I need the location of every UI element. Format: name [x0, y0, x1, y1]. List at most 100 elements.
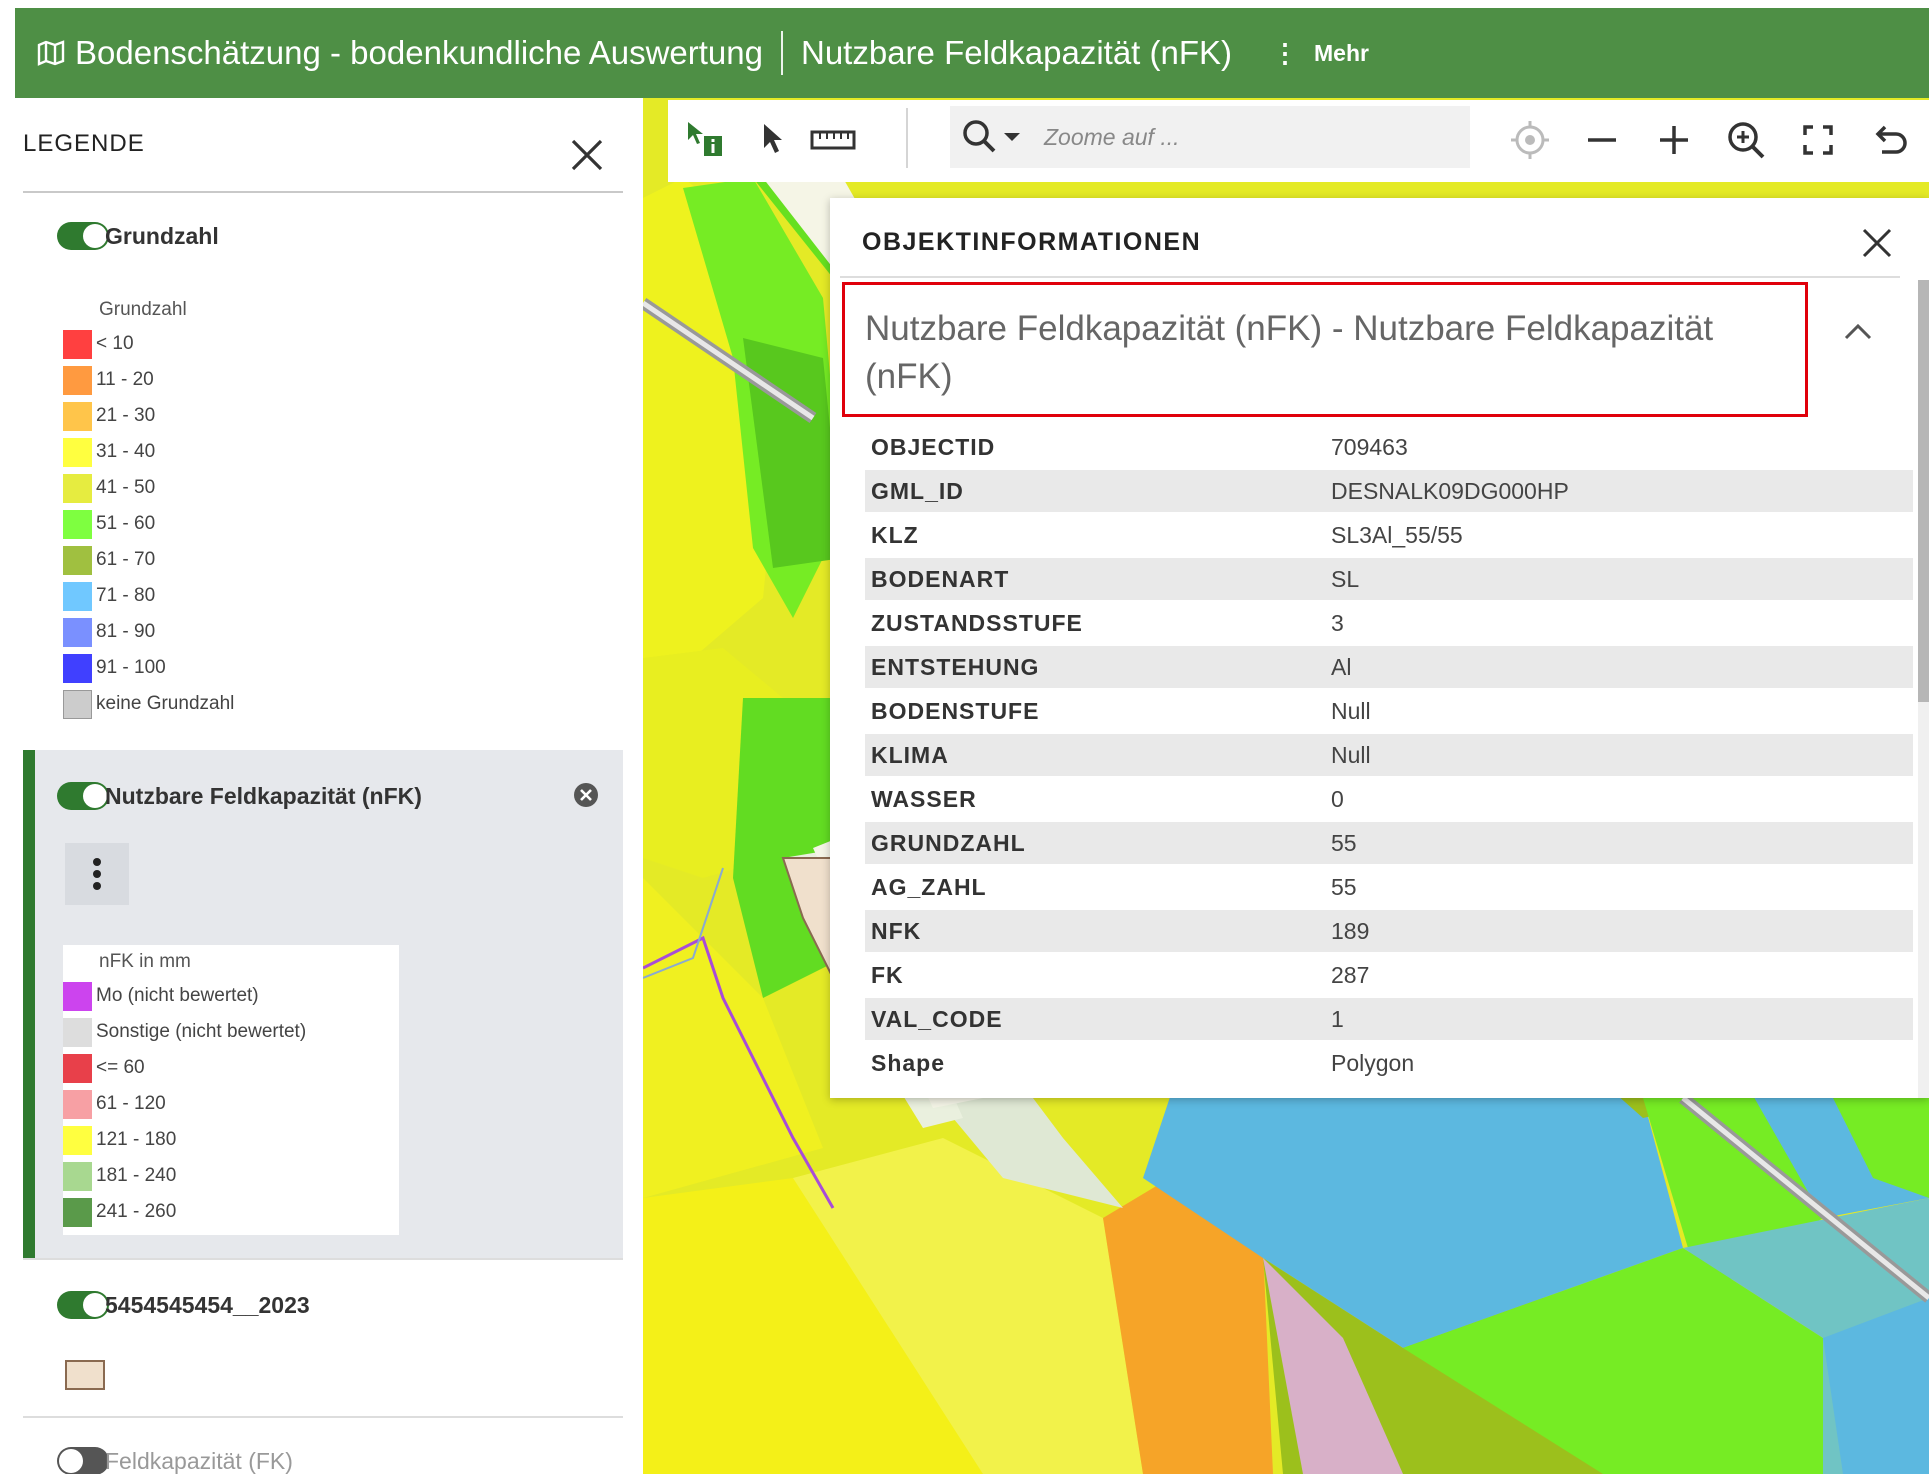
zoom-search-field[interactable]: Zoome auf ... — [950, 106, 1470, 168]
layer-visibility-toggle[interactable] — [57, 1447, 109, 1474]
legend-entry: Sonstige (nicht bewertet) — [63, 1017, 306, 1047]
layer-name[interactable]: Nutzbare Feldkapazität (nFK) — [105, 783, 422, 810]
legend-entry: 91 - 100 — [63, 653, 166, 683]
attribute-row: GML_ID DESNALK09DG000HP — [865, 470, 1913, 512]
attribute-key: KLZ — [871, 521, 919, 548]
attribute-row: BODENART SL — [865, 558, 1913, 600]
legend-entry-label: 121 - 180 — [96, 1129, 177, 1150]
attribute-row: NFK 189 — [865, 910, 1913, 952]
attribute-row: ZUSTANDSSTUFE 3 — [865, 602, 1913, 644]
layer-visibility-toggle[interactable] — [57, 782, 109, 810]
attribute-value: Polygon — [1331, 1049, 1415, 1076]
chevron-up-icon[interactable] — [1838, 316, 1878, 346]
legend-graphic: nFK in mm Mo (nicht bewertet) Sonstige (n… — [63, 945, 399, 1235]
remove-layer-icon[interactable] — [573, 782, 599, 808]
legend-graphic-title: Grundzahl — [99, 299, 187, 320]
header-separator — [781, 31, 783, 75]
feature-title: Nutzbare Feldkapazität (nFK) - Nutzbare … — [865, 309, 1714, 396]
locate-icon[interactable] — [1508, 118, 1552, 162]
legend-entry: 71 - 80 — [63, 581, 155, 611]
legend-entry-label: < 10 — [96, 333, 134, 354]
attribute-row: GRUNDZAHL 55 — [865, 822, 1913, 864]
legend-entry: 81 - 90 — [63, 617, 155, 647]
attribute-value: Null — [1331, 741, 1371, 768]
legend-entry: < 10 — [63, 329, 134, 359]
attribute-value: Al — [1331, 653, 1352, 680]
legend-entry-label: Mo (nicht bewertet) — [96, 985, 259, 1006]
attribute-row: VAL_CODE 1 — [865, 998, 1913, 1040]
layer-visibility-toggle[interactable] — [57, 222, 109, 250]
layer-name[interactable]: Grundzahl — [105, 223, 219, 250]
legend-entry-label: 31 - 40 — [96, 441, 156, 462]
layer-name[interactable]: Feldkapazität (FK) — [105, 1448, 293, 1474]
layer-name[interactable]: 5454545454__2023 — [105, 1292, 310, 1319]
more-label: Mehr — [1314, 39, 1369, 66]
legend-swatch — [63, 1197, 92, 1227]
layer-nfk: Nutzbare Feldkapazität (nFK) nFK in mm M… — [23, 750, 623, 1258]
legend-swatch — [63, 1125, 92, 1155]
legend-entry: <= 60 — [63, 1053, 145, 1083]
legend-entry: 11 - 20 — [63, 365, 154, 395]
attribute-key: OBJECTID — [871, 433, 996, 460]
info-select-icon[interactable] — [684, 118, 728, 162]
legend-entry-label: Sonstige (nicht bewertet) — [96, 1021, 307, 1042]
legend-entry-label: 41 - 50 — [96, 477, 156, 498]
attribute-value: 287 — [1331, 961, 1370, 988]
attribute-row: ENTSTEHUNG Al — [865, 646, 1913, 688]
legend-entry: 51 - 60 — [63, 509, 155, 539]
legend-swatch — [63, 473, 92, 503]
legend-entry-label: keine Grundzahl — [96, 693, 235, 714]
attribute-row: AG_ZAHL 55 — [865, 866, 1913, 908]
attribute-key: FK — [871, 961, 904, 988]
more-vertical-icon: ⋮ — [1272, 37, 1299, 68]
attribute-row: WASSER 0 — [865, 778, 1913, 820]
app-title[interactable]: Bodenschätzung - bodenkundliche Auswertu… — [75, 34, 763, 72]
legend-swatch — [63, 329, 92, 359]
close-icon[interactable] — [1860, 226, 1894, 260]
layer-divider — [23, 1416, 623, 1418]
attribute-row: Shape Polygon — [865, 1042, 1913, 1084]
attribute-value: DESNALK09DG000HP — [1331, 477, 1569, 504]
legend-close-icon[interactable] — [570, 138, 604, 172]
legend-entry: 41 - 50 — [63, 473, 155, 503]
legend-swatch — [63, 401, 92, 431]
map-icon — [37, 40, 65, 66]
fullscreen-icon[interactable] — [1796, 118, 1840, 162]
layer-5454545454-2023: 5454545454__2023 — [15, 1288, 623, 1428]
legend-swatch — [63, 365, 92, 395]
attribute-row: BODENSTUFE Null — [865, 690, 1913, 732]
layer-feldkapazitaet: Feldkapazität (FK) — [15, 1443, 623, 1474]
map-toolbar: Zoome auf ... — [668, 100, 1929, 182]
legend-swatch — [63, 1017, 92, 1047]
attribute-key: GRUNDZAHL — [871, 829, 1026, 856]
toolbar-separator — [906, 108, 908, 168]
feature-header[interactable]: Nutzbare Feldkapazität (nFK) - Nutzbare … — [842, 282, 1808, 417]
legend-swatch — [63, 1089, 92, 1119]
legend-divider — [23, 191, 623, 193]
undo-icon[interactable] — [1868, 118, 1912, 162]
zoom-in-icon[interactable] — [1652, 118, 1696, 162]
legend-swatch — [63, 509, 92, 539]
legend-entry-label: 81 - 90 — [96, 621, 156, 642]
zoom-out-icon[interactable] — [1580, 118, 1624, 162]
attribute-value: 0 — [1331, 785, 1344, 812]
ruler-icon[interactable] — [808, 118, 858, 162]
search-icon[interactable] — [960, 117, 1030, 157]
legend-swatch — [63, 617, 92, 647]
more-menu-button[interactable]: ⋮ Mehr — [1272, 38, 1369, 69]
legend-entry-label: 71 - 80 — [96, 585, 156, 606]
popup-scrollbar-thumb[interactable] — [1918, 280, 1929, 702]
layer-visibility-toggle[interactable] — [57, 1291, 109, 1319]
attribute-value: 3 — [1331, 609, 1344, 636]
zoom-to-icon[interactable] — [1724, 118, 1768, 162]
layer-divider — [23, 1258, 623, 1260]
legend-entry-label: 21 - 30 — [96, 405, 156, 426]
attribute-key: ZUSTANDSSTUFE — [871, 609, 1083, 636]
pointer-icon[interactable] — [750, 118, 794, 162]
legend-graphic-title: nFK in mm — [99, 951, 191, 972]
legend-entry: 31 - 40 — [63, 437, 155, 467]
layer-options-button[interactable] — [65, 843, 129, 905]
attribute-value: 709463 — [1331, 433, 1408, 460]
attribute-value: SL — [1331, 565, 1360, 592]
more-vertical-icon — [93, 858, 101, 890]
